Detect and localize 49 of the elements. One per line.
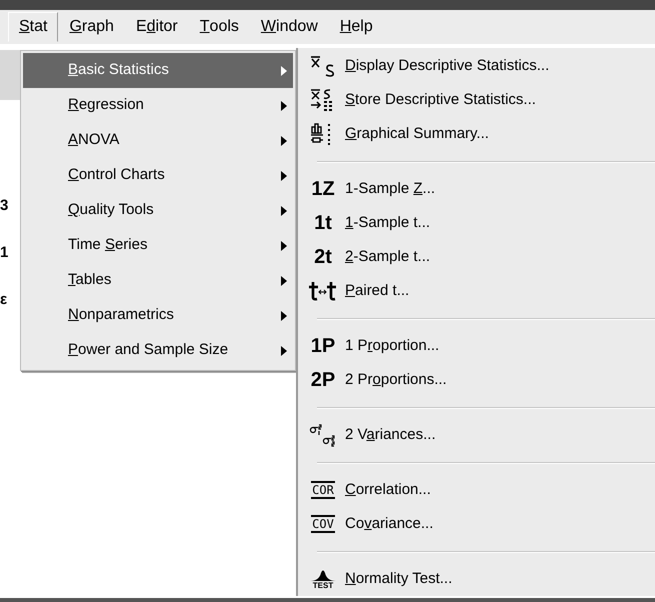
- submenu-entry[interactable]: 1P 1 Proportion...: [301, 329, 655, 363]
- menu-entry[interactable]: Nonparametrics: [23, 298, 293, 333]
- submenu-entry[interactable]: TEST Normality Test...: [301, 562, 655, 596]
- submenu-entry[interactable]: COV Covariance...: [301, 507, 655, 541]
- menu-entry[interactable]: Time Series: [23, 228, 293, 263]
- background-text: 3: [0, 198, 10, 213]
- symbol-icon: 1Z: [311, 179, 335, 199]
- submenu-entry[interactable]: COR Correlation...: [301, 473, 655, 507]
- menu-entry[interactable]: Power and Sample Size: [23, 333, 293, 368]
- submenu-arrow-icon: [281, 310, 287, 320]
- submenu-entry[interactable]: 2 Variances...: [301, 418, 655, 452]
- symbol-icon: 2P: [310, 370, 336, 390]
- submenu-arrow-icon: [281, 136, 287, 146]
- submenu-entry[interactable]: Graphical Summary...: [301, 117, 655, 151]
- toolbar-strip: [0, 50, 20, 100]
- background-text: ε: [0, 292, 8, 307]
- submenu-entry[interactable]: Store Descriptive Statistics...: [301, 83, 655, 117]
- submenu-arrow-icon: [281, 240, 287, 250]
- submenu-arrow-icon: [281, 346, 287, 356]
- menu-item[interactable]: Tools: [188, 12, 250, 42]
- menu-item[interactable]: Help: [328, 12, 384, 42]
- submenu-arrow-icon: [281, 276, 287, 286]
- symbol-icon: 2t: [314, 247, 332, 267]
- menu-item[interactable]: Graph: [58, 12, 125, 42]
- submenu-entry[interactable]: Paired t...: [301, 274, 655, 308]
- submenu-entry[interactable]: Display Descriptive Statistics...: [301, 49, 655, 83]
- submenu-arrow-icon: [281, 206, 287, 216]
- menu-entry[interactable]: Tables: [23, 263, 293, 298]
- background-text: 1: [0, 245, 10, 260]
- paired-t-icon: [308, 280, 338, 302]
- x-bar-s-icon: [310, 55, 336, 77]
- menu-item[interactable]: Editor: [124, 12, 189, 42]
- symbol-icon: 1P: [310, 336, 336, 356]
- menu-entry[interactable]: Quality Tools: [23, 193, 293, 228]
- submenu-entry[interactable]: 1Z 1-Sample Z...: [301, 172, 655, 206]
- submenu-entry[interactable]: 1t 1-Sample t...: [301, 206, 655, 240]
- submenu-arrow-icon: [281, 100, 287, 110]
- submenu-arrow-icon: [281, 170, 287, 180]
- menu-entry[interactable]: Control Charts: [23, 158, 293, 193]
- menu-item[interactable]: Stat: [8, 12, 58, 42]
- menu-item[interactable]: Window: [250, 12, 329, 42]
- menu-entry[interactable]: Basic Statistics: [23, 53, 293, 88]
- submenu-entry[interactable]: 2t 2-Sample t...: [301, 240, 655, 274]
- menu-entry[interactable]: Regression: [23, 88, 293, 123]
- submenu-entry[interactable]: 2P 2 Proportions...: [301, 363, 655, 397]
- symbol-icon: 1t: [314, 213, 332, 233]
- menu-entry[interactable]: ANOVA: [23, 123, 293, 158]
- two-variances-icon: [309, 423, 337, 447]
- submenu-arrow-icon: [281, 66, 287, 76]
